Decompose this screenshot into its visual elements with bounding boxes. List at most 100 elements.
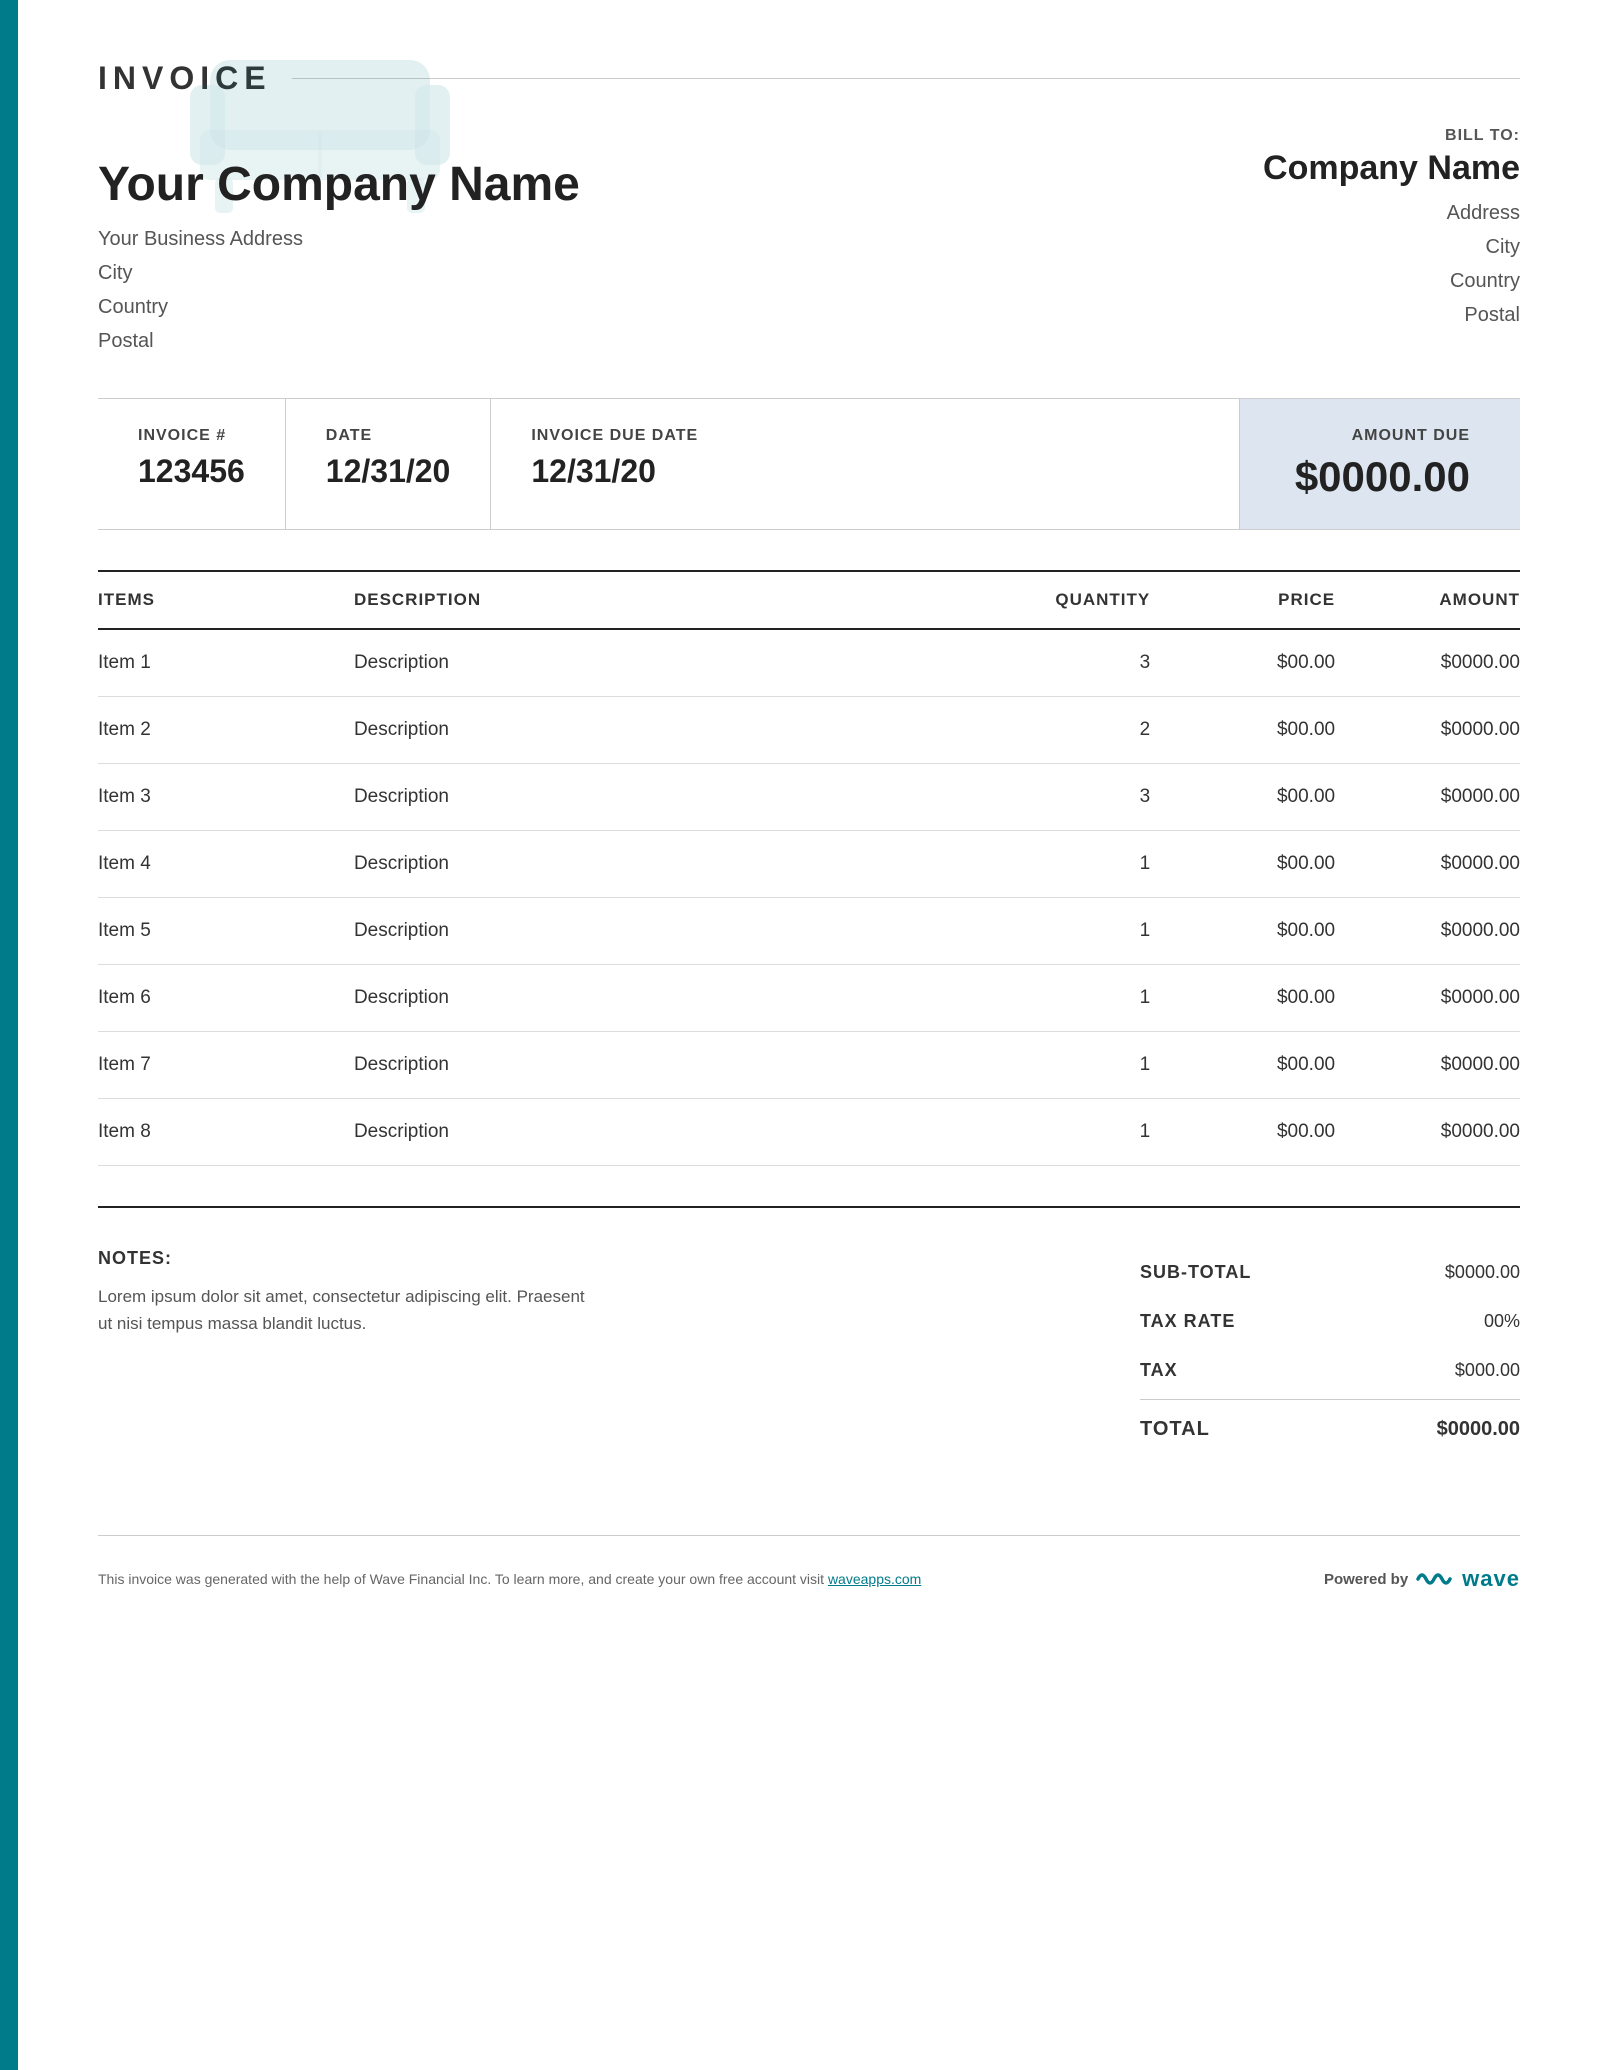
item-price-3: $00.00 [1150,831,1335,898]
item-desc-4: Description [354,898,980,965]
item-name-1: Item 2 [98,697,354,764]
bill-country: Country [1220,264,1520,298]
invoice-meta-section: INVOICE # 123456 DATE 12/31/20 INVOICE D… [98,398,1520,530]
item-amount-4: $0000.00 [1335,898,1520,965]
wave-logo: Powered by wave [1324,1566,1520,1592]
table-row: Item 2 Description 2 $00.00 $0000.00 [98,697,1520,764]
company-name: Your Company Name [98,157,1220,212]
meta-due-date: INVOICE DUE DATE 12/31/20 [491,399,738,529]
item-price-5: $00.00 [1150,965,1335,1032]
item-qty-2: 3 [980,764,1151,831]
invoice-number-value: 123456 [138,453,245,490]
footer-section: NOTES: Lorem ipsum dolor sit amet, conse… [98,1206,1520,1455]
bill-city: City [1220,230,1520,264]
table-header-row: ITEMS DESCRIPTION QUANTITY PRICE AMOUNT [98,571,1520,629]
header-section: Your Company Name Your Business Address … [98,127,1520,358]
powered-by-text: Powered by [1324,1571,1408,1588]
item-desc-6: Description [354,1032,980,1099]
totals-area: SUB-TOTAL $0000.00 TAX RATE 00% TAX $000… [1140,1248,1520,1455]
item-name-4: Item 5 [98,898,354,965]
accent-bar [0,0,18,2070]
notes-label: NOTES: [98,1248,1080,1269]
item-qty-5: 1 [980,965,1151,1032]
item-price-1: $00.00 [1150,697,1335,764]
meta-date: DATE 12/31/20 [286,399,492,529]
tax-value: $000.00 [1400,1360,1520,1381]
footer-link[interactable]: waveapps.com [828,1571,921,1587]
item-name-0: Item 1 [98,629,354,697]
notes-area: NOTES: Lorem ipsum dolor sit amet, conse… [98,1248,1140,1337]
notes-text: Lorem ipsum dolor sit amet, consectetur … [98,1283,598,1337]
table-row: Item 4 Description 1 $00.00 $0000.00 [98,831,1520,898]
wave-text: wave [1462,1566,1520,1592]
date-label: DATE [326,427,451,445]
invoice-title: INVOICE [98,60,272,97]
bill-postal: Postal [1220,298,1520,332]
due-date-value: 12/31/20 [531,453,698,490]
total-value: $0000.00 [1400,1418,1520,1441]
footer-text: This invoice was generated with the help… [98,1571,921,1587]
wave-icon [1416,1567,1454,1591]
subtotal-value: $0000.00 [1400,1262,1520,1283]
item-amount-6: $0000.00 [1335,1032,1520,1099]
table-row: Item 6 Description 1 $00.00 $0000.00 [98,965,1520,1032]
bottom-bar: This invoice was generated with the help… [98,1535,1520,1612]
item-name-3: Item 4 [98,831,354,898]
item-desc-0: Description [354,629,980,697]
company-info: Your Company Name Your Business Address … [98,127,1220,358]
item-amount-3: $0000.00 [1335,831,1520,898]
company-city: City [98,256,1220,290]
col-header-quantity: QUANTITY [980,571,1151,629]
tax-label: TAX [1140,1360,1178,1381]
item-name-7: Item 8 [98,1099,354,1166]
item-amount-0: $0000.00 [1335,629,1520,697]
invoice-page: INVOICE [0,0,1600,2070]
item-amount-2: $0000.00 [1335,764,1520,831]
tax-rate-row: TAX RATE 00% [1140,1297,1520,1346]
item-qty-6: 1 [980,1032,1151,1099]
tax-rate-value: 00% [1400,1311,1520,1332]
table-row: Item 1 Description 3 $00.00 $0000.00 [98,629,1520,697]
item-desc-5: Description [354,965,980,1032]
item-name-5: Item 6 [98,965,354,1032]
item-price-7: $00.00 [1150,1099,1335,1166]
item-desc-1: Description [354,697,980,764]
item-qty-0: 3 [980,629,1151,697]
col-header-description: DESCRIPTION [354,571,980,629]
tax-row: TAX $000.00 [1140,1346,1520,1395]
invoice-number-label: INVOICE # [138,427,245,445]
table-row: Item 3 Description 3 $00.00 $0000.00 [98,764,1520,831]
item-amount-1: $0000.00 [1335,697,1520,764]
item-amount-7: $0000.00 [1335,1099,1520,1166]
bill-company-name: Company Name [1220,149,1520,188]
title-divider-line [292,78,1520,79]
bill-to-info: BILL TO: Company Name Address City Count… [1220,127,1520,332]
items-table: ITEMS DESCRIPTION QUANTITY PRICE AMOUNT … [98,570,1520,1166]
invoice-title-row: INVOICE [98,60,1520,97]
tax-rate-label: TAX RATE [1140,1311,1235,1332]
company-postal: Postal [98,324,1220,358]
table-row: Item 5 Description 1 $00.00 $0000.00 [98,898,1520,965]
item-qty-1: 2 [980,697,1151,764]
meta-invoice-number: INVOICE # 123456 [98,399,286,529]
item-price-0: $00.00 [1150,629,1335,697]
item-qty-4: 1 [980,898,1151,965]
item-price-4: $00.00 [1150,898,1335,965]
due-date-label: INVOICE DUE DATE [531,427,698,445]
bill-address: Address [1220,196,1520,230]
item-price-6: $00.00 [1150,1032,1335,1099]
item-name-2: Item 3 [98,764,354,831]
item-qty-3: 1 [980,831,1151,898]
footer-text-content: This invoice was generated with the help… [98,1571,824,1587]
col-header-amount: AMOUNT [1335,571,1520,629]
company-country: Country [98,290,1220,324]
item-desc-3: Description [354,831,980,898]
col-header-items: ITEMS [98,571,354,629]
subtotal-row: SUB-TOTAL $0000.00 [1140,1248,1520,1297]
date-value: 12/31/20 [326,453,451,490]
items-section: ITEMS DESCRIPTION QUANTITY PRICE AMOUNT … [98,570,1520,1166]
bill-to-label: BILL TO: [1220,127,1520,145]
meta-left: INVOICE # 123456 DATE 12/31/20 INVOICE D… [98,399,1240,529]
item-qty-7: 1 [980,1099,1151,1166]
table-row: Item 7 Description 1 $00.00 $0000.00 [98,1032,1520,1099]
